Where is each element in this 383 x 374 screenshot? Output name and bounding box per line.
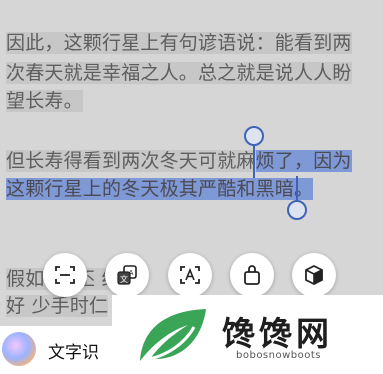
text-line-1[interactable]: 因此，这颗行星上有句谚语说：能看到两 — [6, 30, 352, 56]
object-button[interactable] — [292, 253, 336, 297]
leaf-logo-icon — [140, 309, 206, 361]
selection-start-caret — [253, 144, 255, 178]
reading-page: 因此，这颗行星上有句谚语说：能看到两 次春天就是幸福之人。总之就是说人人盼 望长… — [0, 0, 383, 374]
selected-text-part-2[interactable]: 这颗行星上的冬天极其严酷和黑暗。 — [6, 178, 314, 200]
translate-icon: 文 A — [117, 265, 137, 285]
watermark-title: 馋馋网 — [222, 314, 333, 353]
selection-start-handle[interactable] — [244, 126, 264, 146]
svg-text:文: 文 — [120, 274, 128, 284]
shopping-button[interactable] — [230, 253, 274, 297]
text-line-4[interactable]: 但长寿得看到两次冬天可就麻烦了，因为 — [6, 148, 352, 174]
selection-end-handle[interactable] — [287, 200, 307, 220]
shortcut-toolbar: 文 A — [30, 253, 340, 301]
text-line-2[interactable]: 次春天就是幸福之人。总之就是说人人盼 — [6, 60, 352, 86]
3d-box-icon — [305, 264, 323, 286]
watermark-subtitle: bobosnowboots — [236, 350, 321, 361]
text-line-5[interactable]: 这颗行星上的冬天极其严酷和黑暗。 — [6, 176, 314, 202]
assistant-bar[interactable]: 文字识 — [0, 326, 130, 374]
selected-text-part-1[interactable]: 烦了，因为 — [255, 150, 352, 172]
selection-end-caret — [296, 176, 298, 202]
assistant-label[interactable]: 文字识 — [48, 338, 99, 363]
assistant-orb-icon[interactable] — [2, 332, 36, 366]
text-line-3[interactable]: 望长寿。 — [6, 88, 83, 114]
text-recognition-button[interactable] — [168, 253, 212, 297]
svg-text:A: A — [129, 269, 134, 277]
translate-button[interactable]: 文 A — [105, 253, 149, 297]
scan-button[interactable] — [43, 253, 87, 297]
shopping-bag-icon — [244, 265, 260, 285]
scan-icon — [55, 266, 75, 284]
watermark-logo: 馋馋网 bobosnowboots — [112, 295, 383, 374]
text-recognition-icon — [180, 266, 200, 284]
